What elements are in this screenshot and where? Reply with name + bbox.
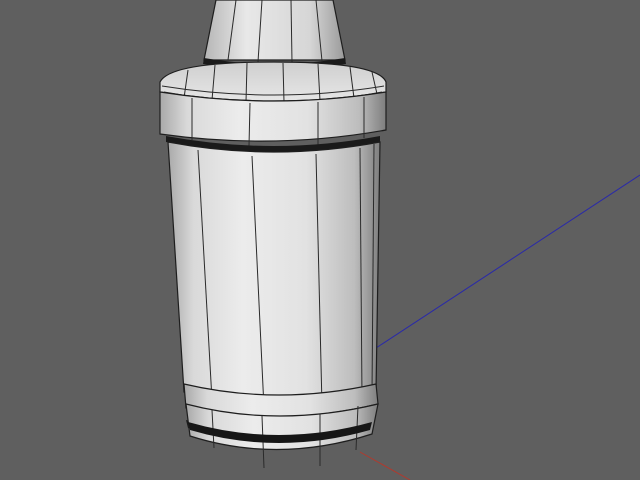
bottle-model[interactable] bbox=[159, 0, 387, 469]
bottle-neck bbox=[203, 0, 346, 61]
viewport-canvas[interactable] bbox=[0, 0, 640, 480]
x-axis-line bbox=[359, 451, 411, 480]
3d-viewport[interactable] bbox=[0, 0, 640, 480]
z-axis-line bbox=[375, 174, 640, 349]
